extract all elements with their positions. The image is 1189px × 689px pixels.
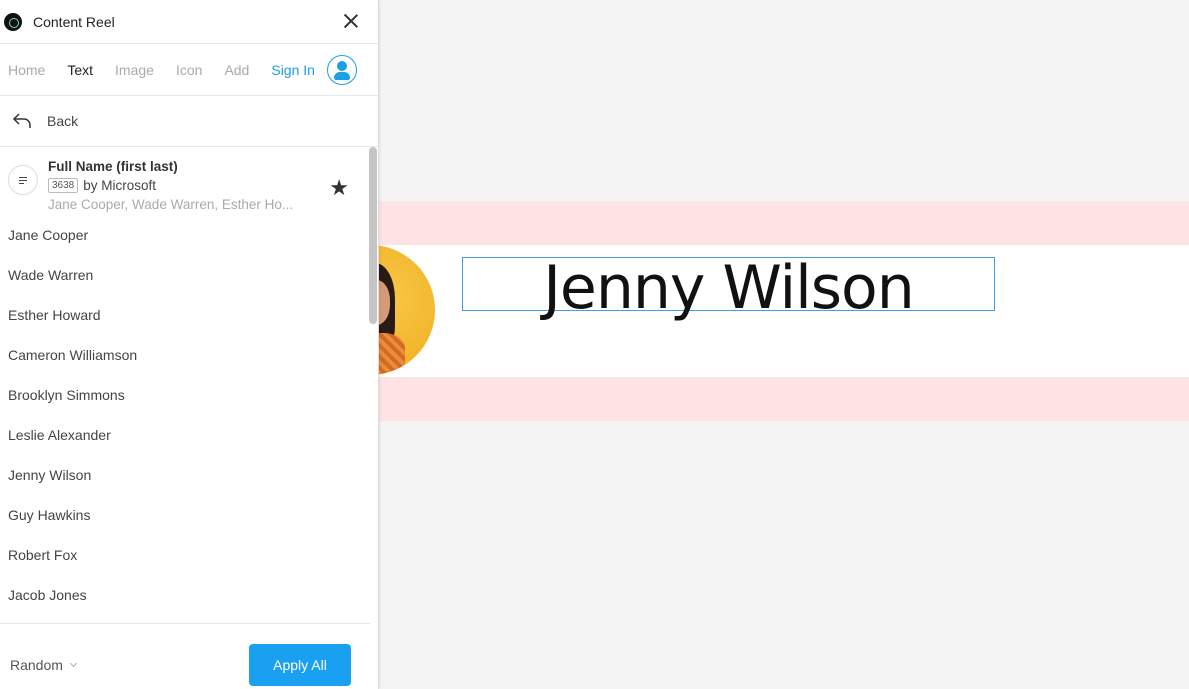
back-label: Back [47, 113, 79, 129]
scrollbar-thumb[interactable] [369, 147, 377, 324]
source-title: Full Name (first last) [48, 159, 178, 174]
content-list: Full Name (first last) 3638 by Microsoft… [0, 147, 379, 623]
canvas-band-bottom [379, 377, 1189, 421]
content-reel-logo-icon [4, 12, 22, 31]
source-preview: Jane Cooper, Wade Warren, Esther Ho... [48, 197, 294, 212]
order-mode-label: Random [10, 657, 63, 673]
tab-home[interactable]: Home [8, 62, 45, 78]
source-author: by Microsoft [83, 178, 157, 193]
list-item[interactable]: Esther Howard [0, 295, 379, 335]
chevron-down-icon [69, 659, 77, 668]
list-scrollbar[interactable] [368, 147, 378, 623]
list-item[interactable]: Wade Warren [0, 255, 379, 295]
list-item[interactable]: Leslie Alexander [0, 415, 379, 455]
design-canvas[interactable]: Jenny Wilson [379, 0, 1189, 689]
favorite-star-icon[interactable]: ★ [329, 175, 349, 201]
text-lines-icon [8, 165, 38, 195]
apply-all-button[interactable]: Apply All [249, 644, 351, 686]
list-item[interactable]: Cameron Williamson [0, 335, 379, 375]
tab-image[interactable]: Image [115, 62, 154, 78]
user-avatar-icon[interactable] [326, 54, 357, 85]
selected-text-layer[interactable]: Jenny Wilson [462, 250, 995, 326]
panel-footer: Random Apply All [0, 623, 370, 689]
canvas-band-top [379, 201, 1189, 245]
app-title: Content Reel [33, 13, 115, 30]
item-count-badge: 3638 [48, 178, 79, 193]
list-item[interactable]: Jenny Wilson [0, 455, 379, 495]
tab-text[interactable]: Text [67, 62, 93, 78]
tab-icon[interactable]: Icon [176, 62, 202, 78]
back-button[interactable]: Back [0, 96, 378, 147]
text-items: Jane Cooper Wade Warren Esther Howard Ca… [0, 215, 379, 615]
list-item[interactable]: Jacob Jones [0, 575, 379, 615]
panel-titlebar: Content Reel [0, 0, 378, 44]
list-item[interactable]: Robert Fox [0, 535, 379, 575]
order-mode-select[interactable]: Random [10, 657, 77, 673]
close-icon[interactable] [340, 10, 362, 32]
sign-in-link[interactable]: Sign In [271, 62, 315, 78]
tab-add[interactable]: Add [224, 62, 249, 78]
list-item[interactable]: Guy Hawkins [0, 495, 379, 535]
list-item[interactable]: Brooklyn Simmons [0, 375, 379, 415]
list-item[interactable]: Jane Cooper [0, 215, 379, 255]
tab-bar: Home Text Image Icon Add Sign In [0, 44, 378, 96]
back-arrow-icon [12, 113, 31, 128]
content-reel-panel: Content Reel Home Text Image Icon Add Si… [0, 0, 379, 689]
